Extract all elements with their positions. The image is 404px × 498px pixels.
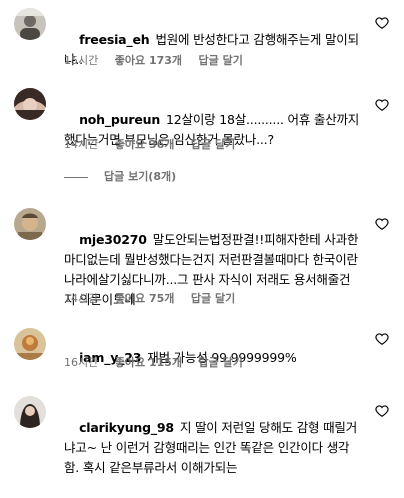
comment-time: 16시간 — [64, 356, 99, 369]
comment-text-block: noh_pureun 12살이랑 18살.......... 어휴 출산까지 했다… — [64, 90, 360, 170]
comment-meta: 14시간 좋아요 75개 답글 달기 — [64, 290, 248, 306]
heart-icon[interactable] — [375, 16, 389, 30]
reply-button[interactable]: 답글 달기 — [199, 356, 243, 369]
comment-text-block: clarikyung_98 지 딸이 저런일 당해도 감형 때릴거냐고~ 난 이런… — [64, 398, 360, 498]
comment-text-block: freesia_eh 법원에 반성한다고 감행해주는게 말이되냐.. — [64, 10, 360, 90]
comment-text-block: mje30270 말도안되는법정판결!!피해자한테 사과한마디없는데 뭘반성했다는… — [64, 210, 360, 330]
heart-icon[interactable] — [375, 404, 389, 418]
avatar[interactable] — [14, 208, 46, 240]
comment-meta: 15시간 좋아요 173개 답글 달기 — [64, 52, 256, 68]
comment-likes[interactable]: 좋아요 36개 — [115, 138, 175, 151]
reply-button[interactable]: 답글 달기 — [191, 292, 235, 305]
comment-time: 14시간 — [64, 292, 99, 305]
comment-username[interactable]: noh_pureun — [79, 112, 160, 127]
avatar[interactable] — [14, 396, 46, 428]
comment-time: 15시간 — [64, 54, 99, 67]
comment-likes[interactable]: 좋아요 115개 — [115, 356, 182, 369]
comment-username[interactable]: mje30270 — [79, 232, 147, 247]
comment-username[interactable]: clarikyung_98 — [79, 420, 174, 435]
comment-meta: 16시간 좋아요 115개 답글 달기 — [64, 354, 256, 370]
heart-icon[interactable] — [375, 332, 389, 346]
avatar[interactable] — [14, 8, 46, 40]
avatar[interactable] — [14, 88, 46, 120]
view-replies-label: 답글 보기(8개) — [104, 170, 177, 183]
heart-icon[interactable] — [375, 98, 389, 112]
reply-button[interactable]: 답글 달기 — [199, 54, 243, 67]
comment-likes[interactable]: 좋아요 75개 — [115, 292, 175, 305]
comment-username[interactable]: freesia_eh — [79, 32, 150, 47]
comment-likes[interactable]: 좋아요 173개 — [115, 54, 182, 67]
avatar[interactable] — [14, 328, 46, 360]
heart-icon[interactable] — [375, 217, 389, 231]
comment-meta: 14시간 좋아요 36개 답글 달기 — [64, 136, 248, 152]
comment-time: 14시간 — [64, 138, 99, 151]
view-replies-line — [64, 176, 88, 178]
reply-button[interactable]: 답글 달기 — [191, 138, 235, 151]
view-replies-button[interactable]: 답글 보기(8개) — [64, 168, 177, 184]
